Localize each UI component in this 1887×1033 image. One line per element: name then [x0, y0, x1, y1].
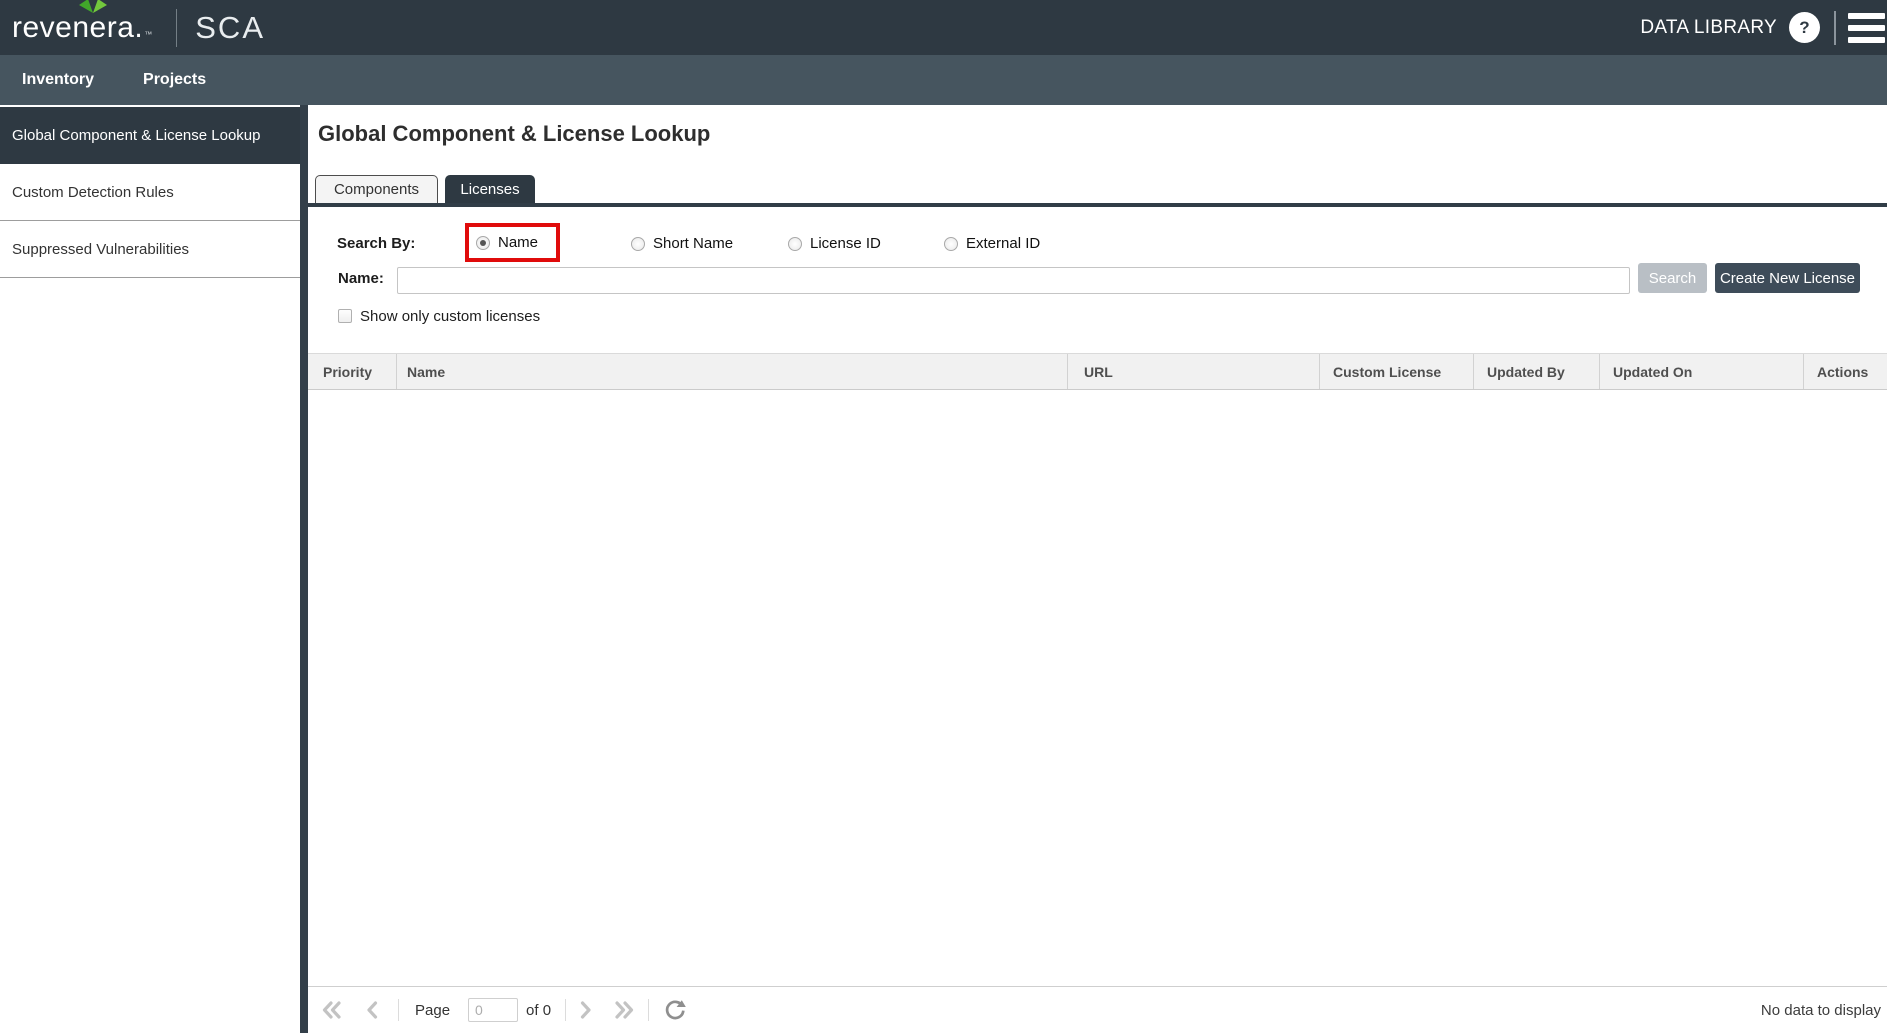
sidebar-divider — [300, 105, 308, 1033]
custom-licenses-checkbox[interactable] — [338, 309, 352, 323]
column-header-priority[interactable]: Priority — [308, 354, 397, 389]
data-library-label: DATA LIBRARY — [1640, 17, 1777, 39]
nav-item-projects[interactable]: Projects — [143, 71, 206, 89]
highlight-box: Name — [465, 223, 560, 262]
help-icon[interactable]: ? — [1789, 12, 1820, 43]
pagination-bar: Page of 0 No data to display — [308, 986, 1887, 1033]
radio-short-name-control[interactable] — [631, 237, 645, 251]
column-header-url[interactable]: URL — [1068, 354, 1320, 389]
sidebar-item-custom-detection-rules[interactable]: Custom Detection Rules — [0, 164, 300, 221]
radio-external-id[interactable]: External ID — [944, 235, 1040, 252]
radio-license-id[interactable]: License ID — [788, 235, 881, 252]
sidebar-item-global-lookup[interactable]: Global Component & License Lookup — [0, 107, 300, 164]
trademark-mark: ™ — [144, 30, 152, 39]
primary-nav: Inventory Projects — [0, 55, 1887, 105]
radio-license-id-label: License ID — [810, 235, 881, 252]
radio-external-id-control[interactable] — [944, 237, 958, 251]
tab-licenses[interactable]: Licenses — [445, 175, 535, 203]
logo-divider — [176, 9, 177, 47]
create-new-license-button[interactable]: Create New License — [1715, 263, 1860, 293]
page-number-input[interactable] — [468, 998, 518, 1022]
column-header-name[interactable]: Name — [397, 354, 1068, 389]
top-header: revenera. ™ SCA DATA LIBRARY ? — [0, 0, 1887, 55]
prev-page-icon[interactable] — [366, 1001, 378, 1019]
name-search-input[interactable] — [397, 267, 1630, 294]
column-header-updated-on[interactable]: Updated On — [1600, 354, 1804, 389]
page-title: Global Component & License Lookup — [318, 121, 710, 147]
column-header-actions[interactable]: Actions — [1804, 354, 1887, 389]
main-panel: Global Component & License Lookup Compon… — [308, 105, 1887, 1033]
revenera-leaf-icon — [76, 0, 110, 14]
radio-short-name-label: Short Name — [653, 235, 733, 252]
pager-divider — [648, 999, 649, 1021]
refresh-icon[interactable] — [664, 999, 686, 1021]
header-divider — [1834, 11, 1836, 45]
column-header-updated-by[interactable]: Updated By — [1474, 354, 1600, 389]
product-name: SCA — [195, 10, 265, 46]
name-field-label: Name: — [338, 270, 384, 287]
revenera-logo: revenera. ™ — [12, 11, 152, 45]
table-body-empty — [308, 391, 1887, 986]
next-page-icon[interactable] — [580, 1001, 592, 1019]
sidebar-item-suppressed-vulnerabilities[interactable]: Suppressed Vulnerabilities — [0, 221, 300, 278]
tab-rule — [308, 203, 1887, 207]
search-button[interactable]: Search — [1638, 263, 1707, 293]
last-page-icon[interactable] — [614, 1001, 634, 1019]
pager-divider — [398, 999, 399, 1021]
radio-name-control[interactable] — [476, 236, 490, 250]
radio-short-name[interactable]: Short Name — [631, 235, 733, 252]
tab-components[interactable]: Components — [315, 175, 438, 203]
page-label: Page — [415, 1002, 450, 1019]
custom-licenses-checkbox-label: Show only custom licenses — [360, 308, 540, 325]
app-window: revenera. ™ SCA DATA LIBRARY ? Inventory… — [0, 0, 1887, 1033]
help-glyph: ? — [1799, 18, 1809, 38]
radio-external-id-label: External ID — [966, 235, 1040, 252]
pager-divider — [565, 999, 566, 1021]
logo-text: revenera. — [12, 11, 143, 45]
nav-item-inventory[interactable]: Inventory — [22, 71, 94, 89]
table-header-row: Priority Name URL Custom License Updated… — [308, 353, 1887, 390]
menu-icon[interactable] — [1848, 7, 1885, 49]
radio-name[interactable]: Name — [476, 234, 538, 251]
empty-grid-message: No data to display — [1761, 1002, 1881, 1019]
column-header-custom-license[interactable]: Custom License — [1320, 354, 1474, 389]
radio-name-label: Name — [498, 234, 538, 251]
header-right: DATA LIBRARY ? — [1640, 7, 1887, 49]
search-by-label: Search By: — [337, 235, 415, 252]
tab-bar: Components Licenses — [315, 175, 535, 203]
page-count-label: of 0 — [526, 1002, 551, 1019]
first-page-icon[interactable] — [322, 1001, 342, 1019]
radio-license-id-control[interactable] — [788, 237, 802, 251]
sidebar: Global Component & License Lookup Custom… — [0, 105, 300, 1033]
